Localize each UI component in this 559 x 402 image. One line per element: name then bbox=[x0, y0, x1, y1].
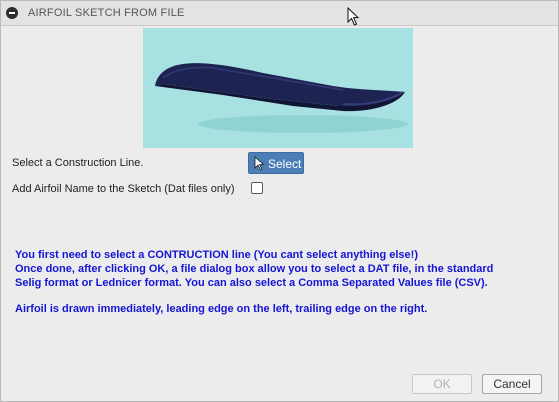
cancel-button[interactable]: Cancel bbox=[482, 374, 542, 394]
collapse-icon[interactable] bbox=[6, 7, 18, 19]
dialog-title: AIRFOIL SKETCH FROM FILE bbox=[28, 7, 185, 19]
construction-line-label: Select a Construction Line. bbox=[12, 157, 144, 169]
ok-button[interactable]: OK bbox=[412, 374, 472, 394]
info-line-2: Once done, after clicking OK, a file dia… bbox=[15, 263, 494, 275]
airfoil-name-label: Add Airfoil Name to the Sketch (Dat file… bbox=[12, 183, 235, 195]
info-line-1: You first need to select a CONTRUCTION l… bbox=[15, 249, 418, 261]
dialog-titlebar: AIRFOIL SKETCH FROM FILE bbox=[1, 1, 558, 26]
select-button-label: Select bbox=[268, 157, 302, 171]
select-arrow-icon bbox=[254, 156, 265, 171]
info-line-3: Selig format or Lednicer format. You can… bbox=[15, 277, 488, 289]
airfoil-dialog: AIRFOIL SKETCH FROM FILE Select a Constr… bbox=[0, 0, 559, 402]
airfoil-name-checkbox[interactable] bbox=[251, 182, 263, 194]
info-line-4: Airfoil is drawn immediately, leading ed… bbox=[15, 303, 428, 315]
mouse-pointer-icon bbox=[347, 7, 360, 26]
select-construction-button[interactable]: Select bbox=[248, 152, 304, 174]
airfoil-preview-image bbox=[143, 28, 413, 148]
airfoil-shape bbox=[155, 63, 408, 133]
